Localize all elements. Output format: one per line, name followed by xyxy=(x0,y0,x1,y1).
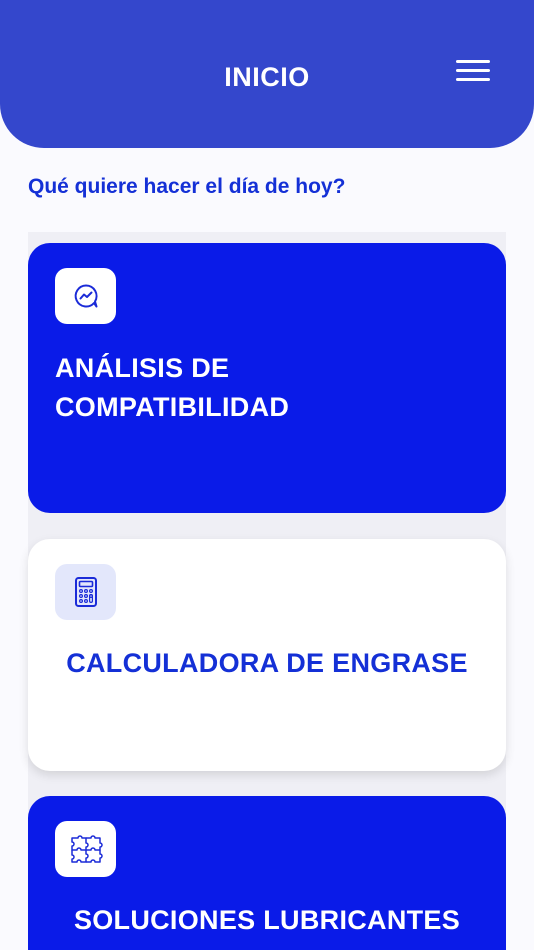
page: INICIO Qué quiere hacer el día de hoy? A… xyxy=(0,0,534,950)
puzzle-icon xyxy=(55,821,116,877)
lubricant-solutions-card[interactable]: SOLUCIONES LUBRICANTES xyxy=(28,796,506,950)
grease-calculator-card[interactable]: CALCULADORA DE ENGRASE xyxy=(28,539,506,771)
page-title: INICIO xyxy=(224,62,310,92)
chat-chart-icon xyxy=(55,268,116,324)
compatibility-analysis-card[interactable]: ANÁLISIS DE COMPATIBILIDAD xyxy=(28,243,506,513)
card-title: ANÁLISIS DE COMPATIBILIDAD xyxy=(55,349,289,427)
card-title: CALCULADORA DE ENGRASE xyxy=(66,648,468,678)
app-header: INICIO xyxy=(0,0,534,148)
card-title: SOLUCIONES LUBRICANTES xyxy=(73,905,461,935)
prompt-text: Qué quiere hacer el día de hoy? xyxy=(28,175,346,198)
card-title-line: ANÁLISIS DE xyxy=(55,353,230,383)
hamburger-menu-icon[interactable] xyxy=(456,60,492,84)
calculator-icon xyxy=(55,564,116,620)
card-title-line: COMPATIBILIDAD xyxy=(55,392,290,422)
